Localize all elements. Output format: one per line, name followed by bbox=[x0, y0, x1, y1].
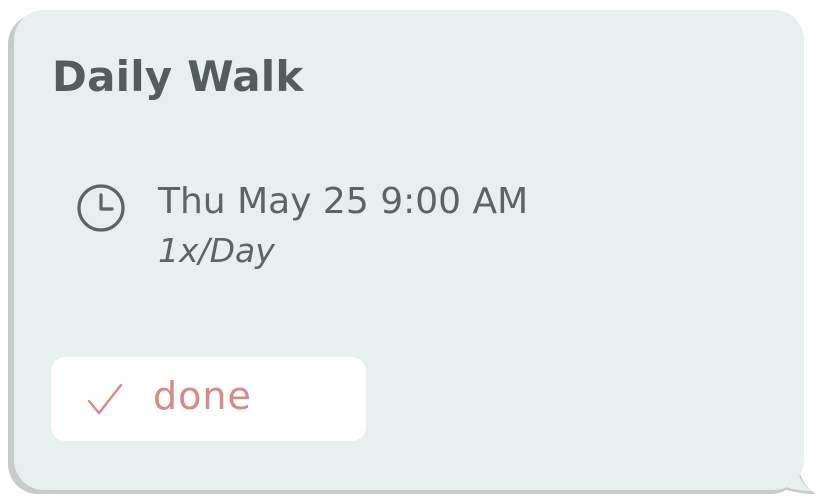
clock-icon bbox=[77, 184, 125, 232]
done-button[interactable]: done bbox=[51, 357, 366, 441]
schedule-datetime: Thu May 25 9:00 AM bbox=[158, 181, 529, 222]
task-card: Daily Walk Thu May 25 9:00 AM 1x/Day don… bbox=[14, 10, 804, 490]
schedule-text: Thu May 25 9:00 AM 1x/Day bbox=[158, 175, 528, 273]
check-icon bbox=[87, 383, 123, 415]
schedule-repeat: 1x/Day bbox=[158, 231, 275, 270]
message-bubble: Daily Walk Thu May 25 9:00 AM 1x/Day don… bbox=[8, 10, 816, 494]
schedule-row: Thu May 25 9:00 AM 1x/Day bbox=[76, 175, 528, 273]
done-label: done bbox=[153, 374, 252, 418]
task-title: Daily Walk bbox=[52, 52, 304, 101]
